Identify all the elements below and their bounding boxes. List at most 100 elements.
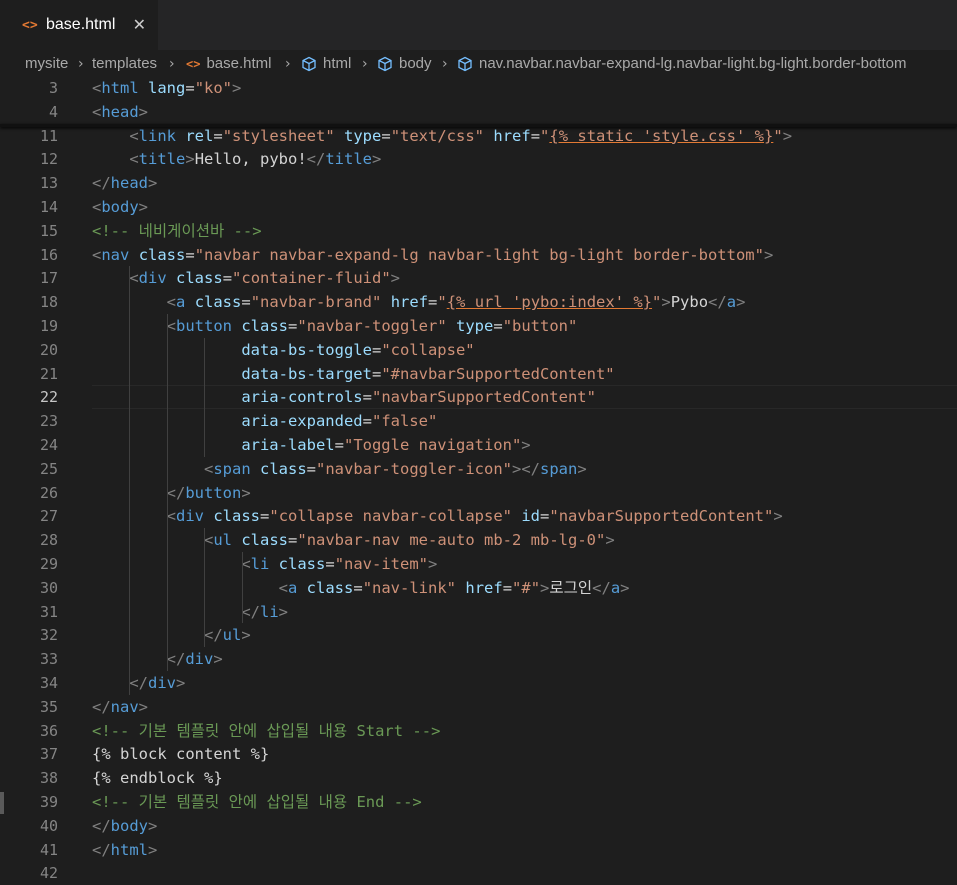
code-text: </li> [241,602,288,621]
code-line[interactable]: 30 <a class="nav-link" href="#">로그인</a> [0,576,957,600]
breadcrumb-item-base-html[interactable]: <> base.html [186,52,272,76]
code-line[interactable]: 18 <a class="navbar-brand" href="{% url … [0,290,957,314]
code-text: <!-- 네비게이션바 --> [92,221,262,240]
code-text: <button class="navbar-toggler" type="but… [166,317,578,335]
code-text: <body> [92,198,149,216]
code-text: <head> [92,102,149,121]
line-number: 22 [39,388,58,407]
code-line[interactable]: 29 <li class="nav-item"> [0,552,957,576]
code-text: <title>Hello, pybo!</title> [129,150,382,169]
line-number: 17 [39,269,58,288]
breadcrumb-label: nav.navbar.navbar-expand-lg.navbar-light… [479,55,907,72]
code-line[interactable]: 3 <html lang="ko"> [0,76,957,100]
code-text: </div> [129,674,186,692]
breadcrumb-item-html[interactable]: html [301,52,351,76]
code-text: </button> [166,483,251,502]
code-text: </body> [92,816,158,835]
line-number: 27 [39,507,58,526]
code-line[interactable]: 13 </head> [0,171,957,195]
line-number: 28 [39,531,58,550]
code-text: <div class="container-fluid"> [129,269,401,288]
code-editor[interactable]: 3 <html lang="ko"> 4 <head> 11 <link rel="st… [0,76,957,884]
code-line[interactable]: 28 <ul class="navbar-nav me-auto mb-2 mb… [0,528,957,552]
code-line[interactable]: 31 </li> [0,600,957,624]
sticky-scroll-divider [0,124,957,127]
code-line[interactable]: 32 </ul> [0,623,957,647]
chevron-right-icon: › [78,56,84,72]
line-number: 15 [39,221,58,240]
code-text: {% block content %} [92,745,270,764]
code-line[interactable]: 12 <title>Hello, pybo!</title> [0,147,957,171]
breadcrumb-item-nav[interactable]: nav.navbar.navbar-expand-lg.navbar-light… [457,52,906,76]
code-line[interactable]: 26 </button> [0,481,957,505]
code-line[interactable]: 20 data-bs-toggle="collapse" [0,338,957,362]
line-number: 32 [39,626,58,645]
line-number: 29 [39,555,58,573]
code-text: </div> [166,650,223,669]
line-number: 30 [39,578,58,597]
code-line[interactable]: 25 <span class="navbar-toggler-icon"></s… [0,457,957,481]
chevron-right-icon: › [169,56,175,72]
line-number: 20 [39,340,58,359]
code-text: <div class="collapse navbar-collapse" id… [166,507,783,526]
code-line[interactable]: 24 aria-label="Toggle navigation"> [0,433,957,457]
code-line[interactable]: 17 <div class="container-fluid"> [0,266,957,290]
indent-guide [204,528,206,648]
code-line[interactable]: 34 </div> [0,671,957,695]
indent-guide [129,266,131,695]
code-line[interactable]: 36 <!-- 기본 템플릿 안에 삽입될 내용 Start --> [0,719,957,743]
code-line[interactable]: 15 <!-- 네비게이션바 --> [0,219,957,243]
tab-title: base.html [46,16,116,33]
code-text: <!-- 기본 템플릿 안에 삽입될 내용 End --> [92,793,422,811]
code-text: <nav class="navbar navbar-expand-lg navb… [92,245,774,264]
code-line[interactable]: 11 <link rel="stylesheet" type="text/css… [0,124,957,148]
breadcrumb-label: base.html [206,55,272,72]
code-text: <html lang="ko"> [92,79,242,97]
code-text: data-bs-target="#navbarSupportedContent" [241,364,615,383]
chevron-right-icon: › [362,56,368,72]
code-text: <a class="nav-link" href="#">로그인</a> [278,578,630,597]
code-line[interactable]: 22 aria-controls="navbarSupportedContent… [0,385,957,410]
code-line[interactable]: 38 {% endblock %} [0,766,957,790]
code-line[interactable]: 16 <nav class="navbar navbar-expand-lg na… [0,243,957,267]
line-number: 37 [39,745,58,764]
code-text: data-bs-toggle="collapse" [241,340,475,359]
code-line[interactable]: 14 <body> [0,195,957,219]
code-line[interactable]: 41 </html> [0,838,957,862]
code-line[interactable]: 35 </nav> [0,695,957,719]
line-number: 33 [39,650,58,669]
breadcrumb-label: templates [92,55,158,72]
tab-base-html[interactable]: <> base.html ✕ [0,0,158,50]
code-text: {% endblock %} [92,769,223,788]
line-number: 36 [39,721,58,740]
code-text: <li class="nav-item"> [241,555,438,573]
line-number: 40 [39,816,58,835]
code-line[interactable]: 23 aria-expanded="false" [0,409,957,433]
code-line[interactable]: 39 <!-- 기본 템플릿 안에 삽입될 내용 End --> [0,790,957,814]
code-line[interactable]: 40 </body> [0,814,957,838]
code-line[interactable]: 4 <head> [0,100,957,124]
line-number: 16 [39,245,58,264]
indent-guide [241,575,243,600]
line-number: 35 [39,697,58,716]
code-text: </head> [92,174,158,193]
chevron-right-icon: › [285,56,291,72]
code-line[interactable]: 33 </div> [0,647,957,671]
line-number: 11 [39,126,58,145]
line-number: 14 [39,198,58,216]
code-line[interactable]: 37 {% block content %} [0,742,957,766]
line-number: 25 [39,459,58,478]
code-line[interactable]: 27 <div class="collapse navbar-collapse"… [0,504,957,528]
close-icon[interactable]: ✕ [133,15,146,35]
code-text: <!-- 기본 템플릿 안에 삽입될 내용 Start --> [92,721,441,740]
code-line[interactable]: 19 <button class="navbar-toggler" type="… [0,314,957,338]
breadcrumb-item-body[interactable]: body [377,52,432,76]
line-number: 26 [39,483,58,502]
line-number: 41 [39,840,58,859]
line-number: 4 [48,102,58,121]
code-line[interactable]: 42 [0,861,957,885]
breadcrumb-item-mysite[interactable]: mysite [25,52,68,76]
breadcrumb-item-templates[interactable]: templates [92,52,157,76]
code-line[interactable]: 21 data-bs-target="#navbarSupportedConte… [0,362,957,386]
line-number: 39 [39,793,58,811]
